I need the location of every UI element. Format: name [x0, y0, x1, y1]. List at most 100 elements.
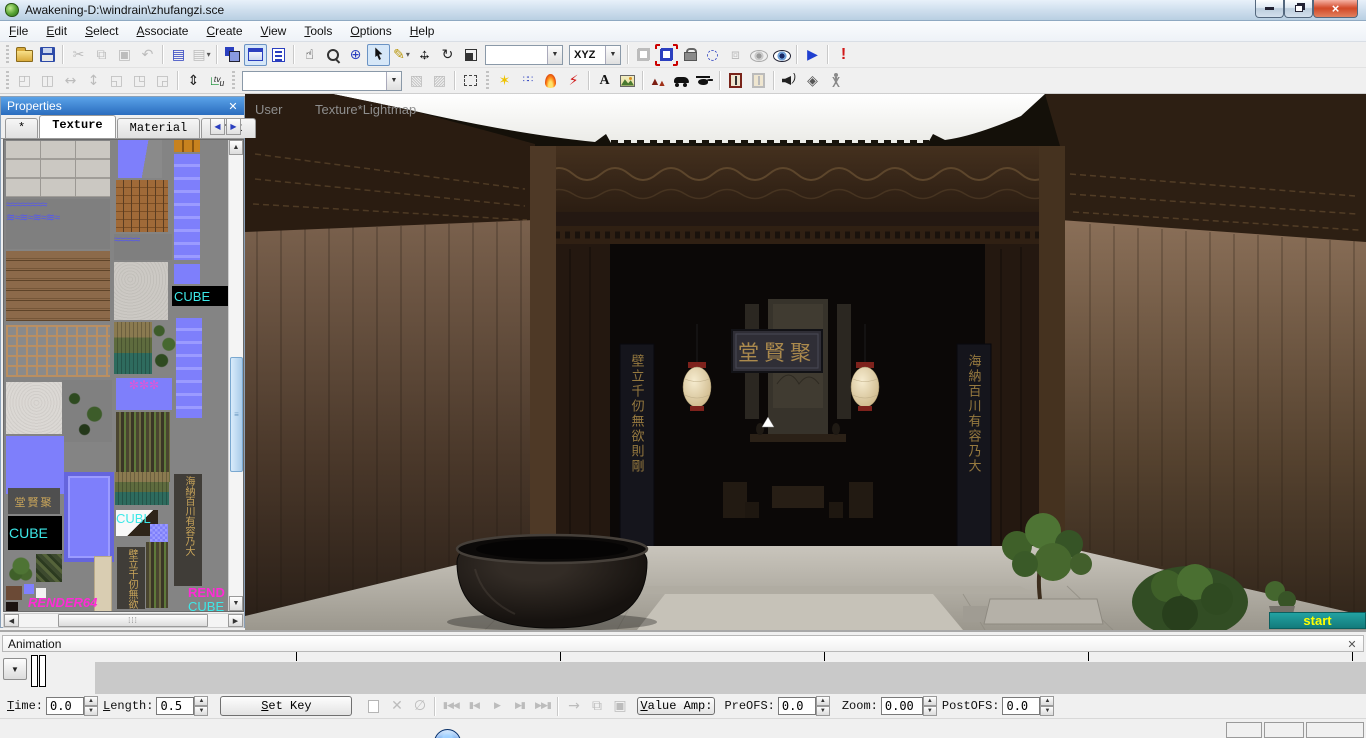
create-text-icon[interactable]: A — [593, 70, 616, 92]
create-sparks-icon[interactable] — [562, 70, 585, 92]
selection-set-combo[interactable]: ▼ — [485, 45, 563, 65]
texture-thumb-cubemap-2[interactable]: CUBE — [8, 516, 62, 550]
marquee-select-icon[interactable] — [459, 70, 482, 92]
uvw-editor-icon[interactable] — [205, 70, 228, 92]
alert-exclamation-icon[interactable]: ! — [832, 44, 855, 66]
clone-object-icon[interactable] — [221, 44, 244, 66]
close-button[interactable]: × — [1313, 0, 1358, 18]
scroll-left-icon[interactable]: ◀ — [4, 614, 19, 627]
texture-thumb-ornament-lines[interactable]: ≈≈≈≈≈≈≈≈≋≈≋≈≋≈≋≈ — [6, 199, 110, 249]
time-stepper[interactable]: ▲▼ — [84, 696, 98, 716]
texture-thumb-blue-squiggle[interactable]: ≈≈≈≈≈ — [114, 234, 172, 260]
create-portal-icon[interactable] — [724, 70, 747, 92]
render-scene-icon[interactable] — [167, 44, 190, 66]
create-vehicle-icon[interactable] — [670, 70, 693, 92]
zoom-tool-icon[interactable] — [321, 44, 344, 66]
open-file-icon[interactable] — [13, 44, 36, 66]
horizontal-scrollbar[interactable]: ◀ ⁞⁞⁞ ▶ — [3, 613, 244, 628]
named-selection-combo[interactable]: ▼ — [242, 71, 402, 91]
texture-thumb-brown-swatch[interactable] — [6, 586, 22, 600]
create-fire-icon[interactable] — [539, 70, 562, 92]
track-dropdown-button[interactable]: ▼ — [3, 658, 27, 680]
scroll-up-icon[interactable]: ▲ — [229, 140, 243, 155]
view-label[interactable]: User — [255, 102, 282, 117]
properties-header[interactable]: Properties ✕ — [1, 97, 244, 115]
zoom-stepper[interactable]: ▲▼ — [923, 696, 937, 716]
tab-material[interactable]: Material — [117, 118, 201, 138]
texture-thumb-stone[interactable] — [6, 141, 110, 197]
chevron-down-icon[interactable]: ▼ — [386, 72, 401, 90]
menu-select[interactable]: Select — [76, 22, 127, 40]
scale-tool-icon[interactable] — [459, 44, 482, 66]
texture-thumb-wood-planks[interactable] — [6, 251, 110, 321]
menu-options[interactable]: Options — [341, 22, 400, 40]
set-key-button[interactable]: Set Key — [220, 696, 352, 716]
create-light-icon[interactable] — [493, 70, 516, 92]
postofs-stepper[interactable]: ▲▼ — [1040, 696, 1054, 716]
menu-create[interactable]: Create — [197, 22, 251, 40]
postofs-input[interactable] — [1002, 697, 1040, 715]
timeline-track[interactable] — [95, 662, 1366, 694]
length-input[interactable] — [156, 697, 194, 715]
value-amp-button[interactable]: Value Amp: — [637, 697, 715, 715]
texture-thumb-dark-swatch[interactable] — [6, 602, 18, 612]
scroll-down-icon[interactable]: ▼ — [229, 596, 243, 611]
length-stepper[interactable]: ▲▼ — [194, 696, 208, 716]
select-arrow-icon[interactable] — [367, 44, 390, 66]
orbit-tool-icon[interactable] — [344, 44, 367, 66]
tab-texture[interactable]: Texture — [39, 115, 115, 138]
lock-selection-icon[interactable] — [678, 44, 701, 66]
toolbar-grip[interactable] — [232, 71, 235, 90]
create-terrain-icon[interactable] — [647, 70, 670, 92]
tab-scroll-right-icon[interactable]: ▶ — [226, 118, 241, 135]
start-button[interactable]: start — [1269, 612, 1366, 629]
menu-tools[interactable]: Tools — [295, 22, 341, 40]
preofs-stepper[interactable]: ▲▼ — [816, 696, 830, 716]
tab-star[interactable]: * — [5, 118, 38, 138]
menu-associate[interactable]: Associate — [127, 22, 197, 40]
texture-thumb-orange-strip[interactable] — [174, 140, 200, 152]
horizontal-scroll-thumb[interactable]: ⁞⁞⁞ — [58, 614, 208, 627]
create-actor-icon[interactable] — [824, 70, 847, 92]
close-icon[interactable]: ✕ — [226, 99, 240, 113]
menu-edit[interactable]: Edit — [37, 22, 76, 40]
rotate-tool-icon[interactable] — [436, 44, 459, 66]
fit-vertical-icon[interactable] — [182, 70, 205, 92]
toolbar-grip[interactable] — [486, 71, 489, 90]
time-input[interactable] — [46, 697, 84, 715]
chevron-down-icon[interactable]: ▼ — [605, 46, 620, 64]
zoom-input[interactable] — [881, 697, 923, 715]
texture-thumb-blue-ink[interactable]: ✼✼✼ — [116, 378, 172, 410]
texture-thumb-blue-solid[interactable] — [6, 436, 64, 494]
create-sound-icon[interactable] — [778, 70, 801, 92]
texture-thumb-blue-pattern-strip[interactable] — [174, 154, 200, 260]
texture-thumb-blue-fragment[interactable] — [118, 140, 162, 178]
texture-thumb-blue-pattern-strip2[interactable] — [176, 318, 202, 418]
texture-thumb-blue-ornate-panel[interactable] — [64, 472, 114, 562]
texture-thumb-leaves[interactable] — [152, 320, 176, 374]
tab-scroll-left-icon[interactable]: ◀ — [210, 118, 225, 135]
texture-thumb-blue-small[interactable] — [174, 264, 200, 284]
shading-mode-label[interactable]: Texture*Lightmap — [315, 102, 416, 117]
texture-thumb-dark-plants[interactable] — [62, 380, 112, 442]
minimize-button[interactable] — [1255, 0, 1284, 18]
texture-thumb-cubemap-1[interactable]: CUBE — [172, 286, 230, 306]
texture-thumb-couplet-right[interactable]: 海納百川有容乃大 — [174, 474, 202, 586]
restore-button[interactable] — [1284, 0, 1313, 18]
texture-thumb-lattice-windows[interactable] — [6, 325, 110, 377]
toolbar-grip[interactable] — [6, 45, 9, 64]
texture-thumb-couplet-left[interactable]: 壁立千仞無欲 — [117, 547, 145, 609]
play-scene-icon[interactable] — [801, 44, 824, 66]
pencil-tool-icon[interactable]: ▾ — [390, 44, 413, 66]
texture-thumb-gray-noise[interactable] — [114, 262, 168, 320]
object-list-icon[interactable] — [267, 44, 290, 66]
texture-thumb-blue-swatch[interactable] — [24, 584, 34, 594]
texture-thumb-blue-noise[interactable] — [150, 524, 168, 542]
timeline-slider-handle[interactable] — [31, 655, 47, 685]
properties-window-icon[interactable] — [244, 44, 267, 66]
move-tool-icon[interactable] — [413, 44, 436, 66]
vertical-scroll-thumb[interactable]: ≡ — [230, 357, 243, 472]
select-bounds-icon[interactable] — [655, 44, 678, 66]
preofs-input[interactable] — [778, 697, 816, 715]
toolbar-grip[interactable] — [6, 71, 9, 90]
